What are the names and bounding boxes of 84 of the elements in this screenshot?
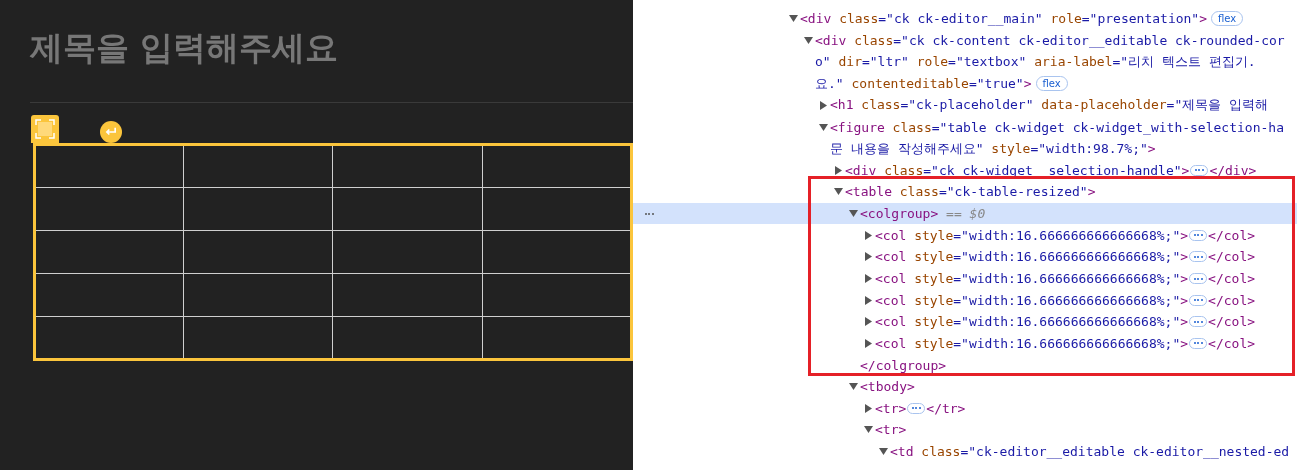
caret-icon[interactable] [849, 382, 858, 392]
table-cell[interactable] [34, 187, 184, 231]
caret-icon[interactable] [849, 209, 858, 219]
caret-icon[interactable] [864, 317, 873, 327]
markup-text: <table class="ck-table-resized"> [845, 184, 1096, 200]
dom-tree-row[interactable]: <col style="width:16.666666666666668%;"> </col> [633, 267, 1297, 290]
caret-icon[interactable] [789, 14, 798, 24]
table-cell[interactable] [333, 144, 483, 188]
dom-tree-row[interactable]: <div class="ck ck-widget__selection-handle"> </div> [633, 159, 1297, 182]
dom-tree-row[interactable]: o" dir="ltr" role="textbox" aria-label="리치 텍스트 편집기. [633, 51, 1297, 73]
table-cell[interactable] [183, 230, 333, 274]
table-cell[interactable] [34, 273, 184, 317]
caret-icon[interactable] [879, 447, 888, 457]
dom-tree-row[interactable]: <tr> </tr> [633, 397, 1297, 420]
caret-icon[interactable] [864, 338, 873, 348]
return-arrow-icon [105, 127, 117, 137]
markup-text: <col style="width:16.666666666666668%;"> [875, 335, 1189, 351]
caret-icon[interactable] [864, 403, 873, 413]
caret-icon[interactable] [864, 295, 873, 305]
dom-tree-row[interactable]: <figure class="table ck-widget ck-widget_with-selection-ha [633, 116, 1297, 138]
table-cell[interactable] [34, 230, 184, 274]
select-handle-icon [35, 119, 55, 139]
markup-text: </div> [1209, 162, 1257, 178]
markup-text: <figure class="table ck-widget ck-widget_with-selection-ha [830, 119, 1284, 135]
dom-tree-row[interactable]: 요." contenteditable="true"> flex [633, 72, 1297, 95]
markup-text: <div class="ck ck-content ck-editor__editable ck-rounded-cor [815, 32, 1285, 48]
markup-text: </col> [1208, 314, 1256, 330]
caret-icon[interactable] [819, 100, 828, 110]
markup-text: <col style="width:16.666666666666668%;"> [875, 314, 1189, 330]
caret-icon[interactable] [804, 35, 813, 45]
markup-text: <tr> [875, 400, 907, 416]
markup-text: <tr> [875, 422, 907, 438]
markup-text: <col style="width:16.666666666666668%;"> [875, 292, 1189, 308]
markup-text: </col> [1208, 271, 1256, 286]
title-field[interactable]: 제목을 입력해주세요 [30, 27, 339, 69]
dom-tree-row[interactable]: </colgroup> [633, 354, 1297, 376]
table-cell[interactable] [333, 187, 483, 231]
dom-tree-row[interactable]: <table class="ck-table-resized"> [633, 181, 1297, 203]
select-table-handle[interactable] [31, 115, 59, 143]
caret-icon[interactable] [864, 425, 873, 435]
markup-text: </col> [1208, 335, 1256, 351]
markup-text: <div class="ck ck-widget__selection-handle"> [845, 162, 1190, 178]
dom-tree-row[interactable]: <h1 class="ck-placeholder" data-placeholder="제목을 입력해 [633, 94, 1297, 117]
dom-tree-row[interactable]: <tr> [633, 419, 1297, 441]
caret-icon[interactable] [864, 252, 873, 262]
markup-text: <col style="width:16.666666666666668%;"> [875, 271, 1189, 286]
dom-tree-row[interactable]: <col style="width:16.666666666666668%;"> </col> [633, 246, 1297, 268]
dom-tree-row[interactable]: 문 내용을 작성해주세요" style="width:98.7%;"> [633, 137, 1297, 160]
caret-icon[interactable] [819, 122, 828, 132]
dom-tree-row[interactable]: <col style="width:16.666666666666668%;"> </col> [633, 332, 1297, 355]
markup-text: </col> [1208, 292, 1256, 308]
table-cell[interactable] [183, 144, 333, 188]
dom-tree-row[interactable]: <div class="ck ck-editor__main" role="presentation"> flex [633, 8, 1297, 30]
dom-tree-row[interactable]: <tbody> [633, 375, 1297, 398]
caret-icon[interactable] [864, 230, 873, 240]
table-cell[interactable] [183, 273, 333, 317]
markup-text: </tr> [926, 400, 966, 416]
dom-tree-row[interactable]: <td class="ck-editor__editable ck-editor__nested-ed [633, 440, 1297, 463]
table-cell[interactable] [333, 273, 483, 317]
markup-text: </col> [1208, 227, 1256, 243]
table-cell[interactable] [333, 230, 483, 274]
table-cell[interactable] [34, 144, 184, 188]
markup-text: <td class="ck-editor__editable ck-editor__nested-ed [890, 444, 1290, 460]
markup-text: <col style="width:16.666666666666668%;"> [875, 249, 1189, 265]
dom-tree-row[interactable]: <div class="ck ck-content ck-editor__editable ck-rounded-cor [633, 29, 1297, 52]
markup-text: </col> [1208, 249, 1256, 265]
dom-tree-row[interactable]: <col style="width:16.666666666666668%;"> </col> [633, 310, 1297, 333]
markup-text: <col style="width:16.666666666666668%;"> [875, 227, 1189, 243]
dom-tree-row[interactable]: <col style="width:16.666666666666668%;"> </col> [633, 224, 1297, 247]
markup-text: </colgroup> [860, 357, 947, 373]
insert-paragraph-button[interactable] [100, 121, 122, 143]
markup-text: <tbody> [860, 379, 915, 395]
markup-text: 문 내용을 작성해주세요" style="width:98.7%;"> [830, 139, 1156, 158]
dom-tree-row[interactable]: <col style="width:16.666666666666668%;"> </col> [633, 289, 1297, 311]
markup-text: <colgroup> == $0 [860, 206, 986, 222]
caret-icon[interactable] [864, 274, 873, 283]
markup-text: <h1 class="ck-placeholder" data-placeholder="제목을 입력해 [830, 96, 1269, 115]
markup-text: <div class="ck ck-editor__main" role="presentation"> [800, 11, 1208, 27]
caret-icon[interactable] [834, 187, 843, 197]
caret-icon[interactable] [834, 165, 843, 175]
markup-text: o" dir="ltr" role="textbox" aria-label="리치 텍스트 편집기. [815, 53, 1256, 72]
dom-tree-row[interactable]: <colgroup> == $0 [633, 202, 1297, 225]
table-cell[interactable] [183, 187, 333, 231]
markup-text: 요." contenteditable="true"> [815, 74, 1032, 93]
